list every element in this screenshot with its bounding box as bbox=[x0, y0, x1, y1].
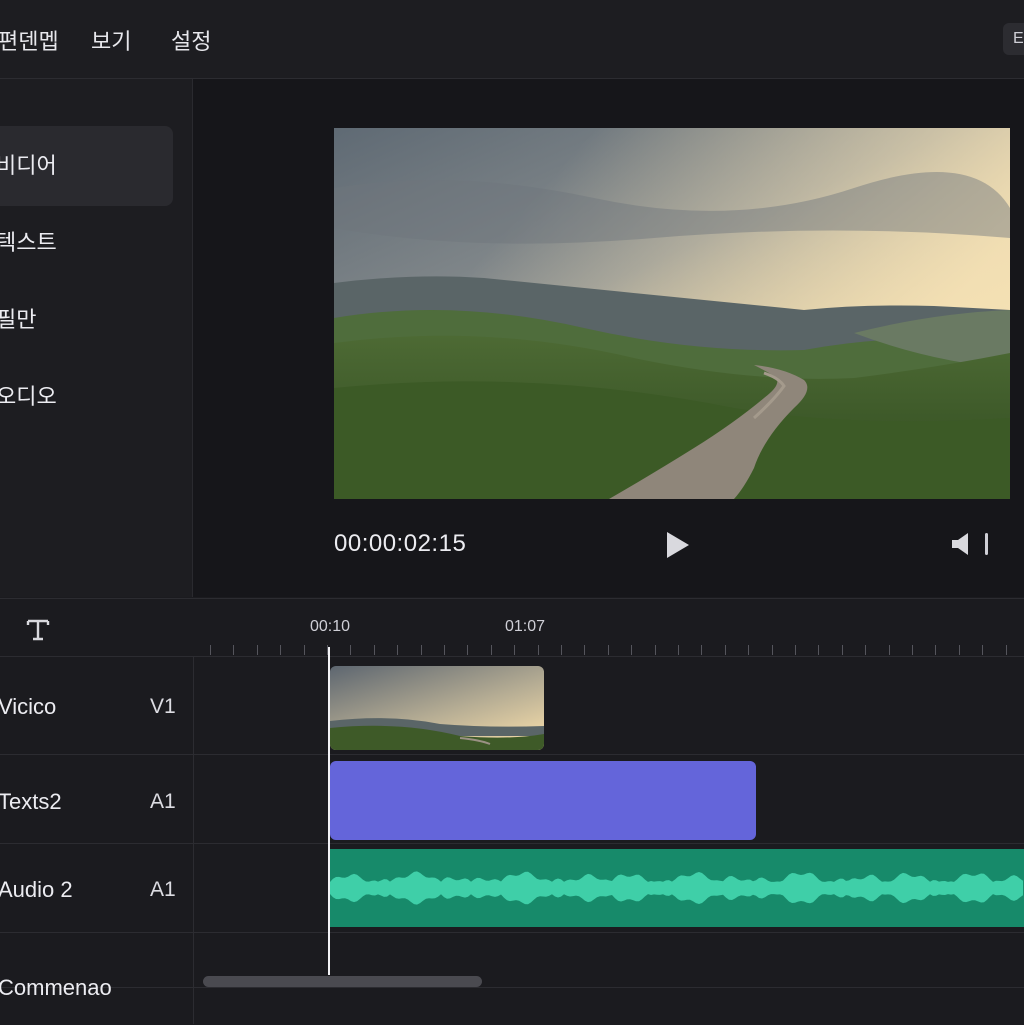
ruler-tick bbox=[935, 645, 936, 655]
audio-clip[interactable] bbox=[330, 849, 1024, 927]
track-id-audio: A1 bbox=[150, 878, 176, 901]
ruler-tick bbox=[678, 645, 679, 655]
ruler-tick bbox=[444, 645, 445, 655]
ruler-tick bbox=[491, 645, 492, 655]
ruler-tick bbox=[397, 645, 398, 655]
menu-view[interactable]: 보기 bbox=[91, 24, 131, 56]
ruler-tick bbox=[374, 645, 375, 655]
video-preview[interactable] bbox=[334, 128, 1010, 499]
text-tool-icon[interactable] bbox=[24, 617, 52, 641]
volume-slider[interactable] bbox=[985, 533, 988, 555]
play-icon[interactable] bbox=[664, 530, 692, 560]
ruler-tick bbox=[538, 645, 539, 655]
ruler-tick bbox=[210, 645, 211, 655]
text-clip[interactable] bbox=[330, 761, 756, 840]
video-clip[interactable] bbox=[330, 666, 544, 750]
ruler-tick bbox=[982, 645, 983, 655]
sidebar-item-audio[interactable]: 오디오 bbox=[0, 357, 173, 437]
ruler-tick bbox=[818, 645, 819, 655]
sidebar-item-label: 필만 bbox=[0, 307, 37, 332]
track-id-text: A1 bbox=[150, 790, 176, 813]
ruler-tick bbox=[304, 645, 305, 655]
ruler-tick bbox=[514, 645, 515, 655]
ruler-tick bbox=[772, 645, 773, 655]
landscape-image bbox=[334, 128, 1010, 499]
ruler-tick bbox=[233, 645, 234, 655]
waveform-shape bbox=[330, 871, 1023, 905]
ruler-tick bbox=[608, 645, 609, 655]
menu-settings[interactable]: 설정 bbox=[171, 24, 211, 56]
sidebar-item-label: 비디어 bbox=[0, 153, 57, 178]
playhead[interactable] bbox=[328, 647, 330, 975]
ruler-tick bbox=[467, 645, 468, 655]
ruler-tick bbox=[631, 645, 632, 655]
sidebar-item-video[interactable]: 비디어 bbox=[0, 126, 173, 206]
track-name-video: Vicico bbox=[0, 694, 57, 719]
ruler-tick bbox=[795, 645, 796, 655]
ruler-tick bbox=[725, 645, 726, 655]
ruler-label: 01:07 bbox=[505, 618, 546, 635]
ruler-tick bbox=[584, 645, 585, 655]
ruler-tick bbox=[748, 645, 749, 655]
export-button[interactable]: E bbox=[1003, 23, 1024, 55]
audio-waveform bbox=[330, 871, 1023, 905]
ruler-tick bbox=[1006, 645, 1007, 655]
menu-edit[interactable]: 편덴멥 bbox=[0, 24, 59, 56]
sidebar-item-filter[interactable]: 필만 bbox=[0, 280, 173, 360]
ruler-tick bbox=[280, 645, 281, 655]
ruler-tick bbox=[959, 645, 960, 655]
timecode-display: 00:00:02:15 bbox=[334, 530, 467, 557]
sidebar-item-label: 텍스트 bbox=[0, 230, 57, 255]
track-name-audio: Audio 2 bbox=[0, 877, 73, 902]
ruler-tick bbox=[257, 645, 258, 655]
ruler-tick bbox=[350, 645, 351, 655]
track-name-comment: Commenao bbox=[0, 975, 112, 1000]
menu-bar bbox=[0, 0, 1024, 79]
horizontal-scrollbar[interactable] bbox=[203, 976, 482, 987]
track-id-video: V1 bbox=[150, 695, 176, 718]
volume-icon[interactable] bbox=[950, 532, 972, 556]
ruler-tick bbox=[561, 645, 562, 655]
ruler-label: 00:10 bbox=[310, 618, 351, 635]
ruler-tick bbox=[421, 645, 422, 655]
ruler-tick bbox=[842, 645, 843, 655]
ruler-tick bbox=[889, 645, 890, 655]
track-name-text: Texts2 bbox=[0, 789, 62, 814]
sidebar-item-label: 오디오 bbox=[0, 384, 57, 409]
ruler-tick bbox=[655, 645, 656, 655]
sidebar-item-text[interactable]: 텍스트 bbox=[0, 203, 173, 283]
ruler-tick bbox=[701, 645, 702, 655]
ruler-tick bbox=[865, 645, 866, 655]
ruler-tick bbox=[912, 645, 913, 655]
